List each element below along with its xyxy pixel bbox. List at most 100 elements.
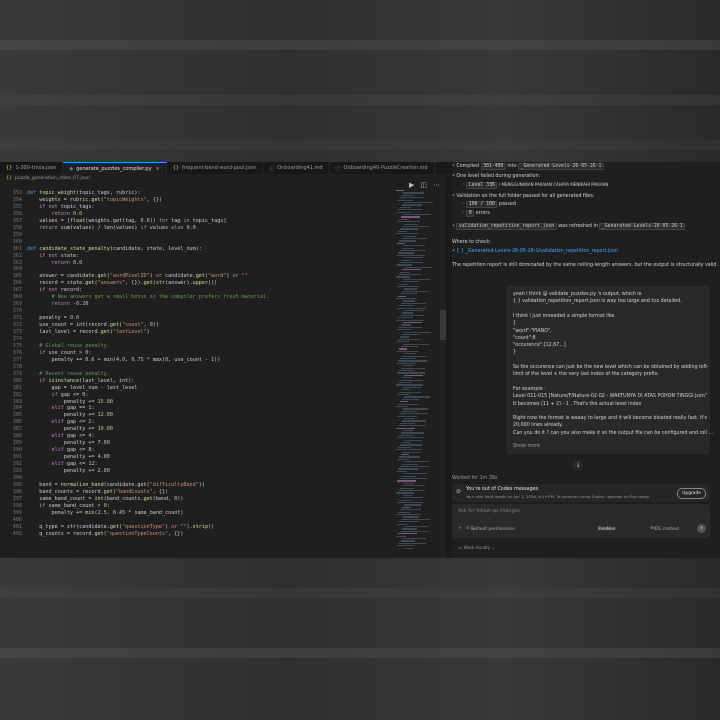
breadcrumb-file[interactable]: puzzle_generation_state_07.json xyxy=(15,176,90,181)
markdown-icon: ⓘ xyxy=(269,165,275,172)
code-line[interactable]: penalty += 2.00 xyxy=(27,468,110,474)
minimap-line xyxy=(402,334,420,336)
code-line[interactable]: penalty += 15.00 xyxy=(27,399,113,405)
code-line[interactable]: penalty = 0.0 xyxy=(27,315,79,321)
minimap-line xyxy=(404,547,413,549)
code-line[interactable]: if gap <= 0: xyxy=(27,392,89,398)
code-line[interactable]: elif gap == 1: xyxy=(27,405,95,411)
code-line[interactable]: q_counts = record.get("questionTypeCount… xyxy=(27,531,183,537)
minimap-line xyxy=(404,418,415,420)
upgrade-button[interactable]: Upgrade xyxy=(677,488,706,499)
line-number: 401 xyxy=(12,523,22,530)
rate-limit-banner: ⊘ You're out of Codex messages Your rate… xyxy=(452,484,710,502)
minimap-line xyxy=(403,214,431,216)
work-mode-dropdown[interactable]: ▭ Work locally ⌄ xyxy=(458,546,495,551)
minimap-line xyxy=(399,218,409,220)
minimap-line xyxy=(397,502,423,504)
add-icon[interactable]: + xyxy=(458,526,462,531)
rate-limit-detail: Your rate limit resets on Jun 1, 2026, 6… xyxy=(466,494,650,499)
minimap-line xyxy=(397,545,415,547)
scroll-down-button[interactable]: ↓ xyxy=(573,460,583,470)
model-dropdown[interactable]: 5.4-Mini Medium ⌄ xyxy=(598,526,616,532)
tab-2[interactable]: {} frequent-band-word-pool.json xyxy=(167,162,264,174)
minimap-line xyxy=(396,190,404,192)
code-area[interactable]: 353 def topic_weight(topic_tags, rubric):… xyxy=(0,190,392,558)
code-line[interactable]: def topic_weight(topic_tags, rubric): xyxy=(27,190,141,196)
line-number: 377 xyxy=(12,356,22,363)
user-message-line: yeah i think @ validate_puzzles.py 's ou… xyxy=(513,292,642,297)
code-line[interactable]: elif gap <= 8: xyxy=(27,447,95,453)
code-line[interactable]: # Global reuse penalty. xyxy=(27,343,110,349)
minimap[interactable] xyxy=(392,190,436,558)
code-editor: {} 1-300-trivia.json ◆ generate_puzzles_com… xyxy=(0,162,446,558)
code-line[interactable]: if not state: xyxy=(27,253,79,259)
report-link[interactable]: { } _Generated-Levels-26-05-26-1/validat… xyxy=(456,249,617,254)
code-line[interactable]: def candidate_state_penalty(candidate, s… xyxy=(27,246,202,252)
code-line[interactable]: weights = rubric.get("topicWeights", {}) xyxy=(27,197,162,203)
code-line[interactable]: elif gap <= 2: xyxy=(27,419,95,425)
code-line[interactable]: use_count = int(record.get("count", 0)) xyxy=(27,322,159,328)
code-line[interactable]: penalty += min(2.5, 0.45 * same_band_cou… xyxy=(27,510,184,516)
ide-context-toggle[interactable]: ⊚ IDE context xyxy=(650,526,679,532)
send-button[interactable]: ↑ xyxy=(697,524,706,533)
code-line[interactable]: elif gap <= 12: xyxy=(27,461,98,467)
composer-toolbar: + ⊙ Default permissions ⌄ 5.4-Mini Mediu… xyxy=(452,525,710,535)
more-actions-icon[interactable]: ⋯ xyxy=(433,181,440,189)
minimap-line xyxy=(396,492,414,494)
minimap-line xyxy=(400,206,411,208)
code-line[interactable]: penalty += 0.6 + min(4.0, 0.75 * max(0, … xyxy=(27,357,221,363)
code-line[interactable]: if not record: xyxy=(27,287,82,293)
code-line[interactable]: if same_band_count > 0: xyxy=(27,503,110,509)
code-line[interactable]: penalty += 10.00 xyxy=(27,426,113,432)
line-number: 354 xyxy=(12,196,22,203)
tab-0[interactable]: {} 1-300-trivia.json xyxy=(0,162,64,174)
run-icon[interactable]: ▶ xyxy=(409,181,414,189)
code-line[interactable]: if isinstance(last_level, int): xyxy=(27,378,134,384)
minimap-line xyxy=(402,355,427,357)
code-line[interactable]: values = [float(weights.get(tag, 0.0)) f… xyxy=(27,218,226,224)
minimap-line xyxy=(398,360,427,362)
permissions-dropdown[interactable]: ⊙ Default permissions ⌄ xyxy=(466,526,515,532)
minimap-line xyxy=(396,406,408,408)
line-number: 369 xyxy=(12,301,22,308)
code-line[interactable]: if not topic_tags: xyxy=(27,204,94,210)
tab-4[interactable]: ⓘ Onboarding40-PuzzleCreation.md xyxy=(330,162,435,174)
json-icon: {} xyxy=(6,176,12,181)
code-line[interactable]: band_counts = record.get("bandCounts", {… xyxy=(27,489,168,495)
code-line[interactable]: # Recent reuse penalty. xyxy=(27,371,110,377)
code-line[interactable]: return 0.0 xyxy=(27,211,83,217)
code-line[interactable]: q_type = str(candidate.get("questionType… xyxy=(27,524,214,530)
code-line[interactable]: elif gap <= 4: xyxy=(27,433,95,439)
code-line[interactable]: penalty += 7.00 xyxy=(27,440,110,446)
composer-input[interactable]: Ask for follow-up changes xyxy=(458,509,520,514)
close-icon[interactable]: × xyxy=(156,166,160,172)
code-line[interactable]: # New answers get a small bonus so the c… xyxy=(27,294,270,300)
code-line[interactable]: if use_count > 0: xyxy=(27,350,91,356)
code-line[interactable]: last_level = record.get("lastLevel") xyxy=(27,329,149,335)
user-message-line: "count":8 xyxy=(513,335,536,341)
split-editor-icon[interactable]: ◫ xyxy=(420,181,427,189)
code-line[interactable]: penalty += 4.00 xyxy=(27,454,110,460)
code-line[interactable]: band = normalize_band(candidate.get("dif… xyxy=(27,482,205,488)
minimap-line xyxy=(398,425,426,427)
code-line[interactable]: record = state.get("answers", {}).get(st… xyxy=(27,280,217,286)
code-line[interactable]: return sum(values) / len(values) if valu… xyxy=(27,225,195,231)
code-line[interactable]: return -0.20 xyxy=(27,301,89,307)
code-line[interactable]: gap = level_num - last_level xyxy=(27,385,138,391)
minimap-line xyxy=(399,262,423,264)
minimap-line xyxy=(396,514,421,516)
line-number: 381 xyxy=(12,384,22,391)
composer[interactable]: Ask for follow-up changes + ⊙ Default pe… xyxy=(452,504,710,538)
minimap-line xyxy=(399,521,419,523)
minimap-line xyxy=(398,252,414,254)
code-line[interactable]: penalty += 12.00 xyxy=(27,412,113,418)
code-line[interactable]: answer = candidate.get("wordPixelID") or… xyxy=(27,273,248,279)
code-line[interactable]: same_band_count = int(band_counts.get(ba… xyxy=(27,496,183,502)
code-line[interactable]: return 0.0 xyxy=(27,260,83,266)
tab-3[interactable]: ⓘ Onboarding41.md xyxy=(263,162,330,174)
app-window: {} 1-300-trivia.json ◆ generate_puzzles_com… xyxy=(0,162,720,558)
show-more-button[interactable]: Show more xyxy=(513,444,540,449)
minimap-line xyxy=(399,370,414,372)
minimap-line xyxy=(400,293,417,295)
minimap-line xyxy=(402,377,412,379)
